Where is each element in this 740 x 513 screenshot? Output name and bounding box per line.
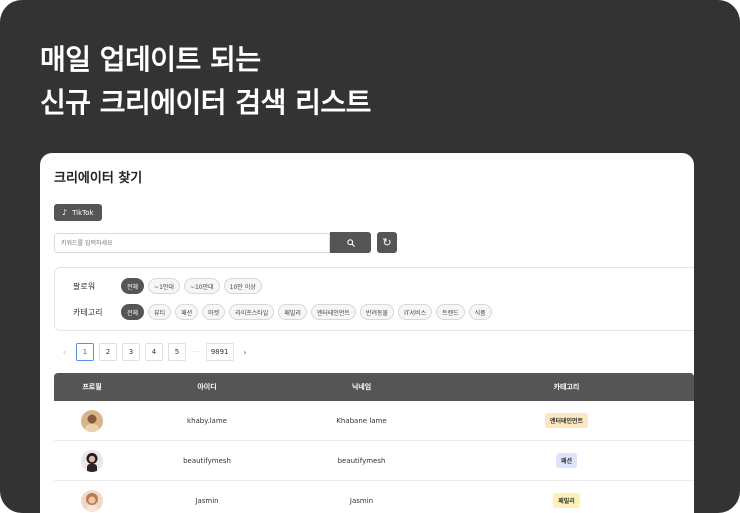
category-badge: 패션 bbox=[555, 453, 578, 468]
filter-box: 팔로워 전체 ~1만대 ~10만대 10만 이상 카테고리 전체 뷰티 패션 마켓 라이프스타… bbox=[54, 267, 694, 331]
profile-cell bbox=[54, 449, 130, 472]
filter-chip-followers[interactable]: ~1만대 bbox=[148, 278, 180, 294]
filter-chip-category[interactable]: 패밀리 bbox=[278, 304, 307, 320]
page-button[interactable]: 2 bbox=[99, 343, 117, 361]
filter-chip-category[interactable]: 마켓 bbox=[202, 304, 226, 320]
search-icon bbox=[346, 238, 355, 247]
filter-chip-category[interactable]: 식품 bbox=[468, 304, 492, 320]
filter-chip-category[interactable]: 뷰티 bbox=[148, 304, 172, 320]
platform-tag-tiktok[interactable]: ♪ TikTok bbox=[54, 204, 102, 221]
filter-chip-followers[interactable]: 전체 bbox=[121, 278, 145, 294]
headline-line-2: 신규 크리에이터 검색 리스트 bbox=[40, 86, 371, 119]
avatar[interactable] bbox=[81, 449, 103, 472]
next-page-icon[interactable]: › bbox=[239, 348, 252, 357]
avatar[interactable] bbox=[81, 409, 103, 432]
category-cell: 패밀리 bbox=[439, 493, 694, 508]
creator-search-panel: 크리에이터 찾기 ♪ TikTok ↻ 팔로워 전체~1만대~10만대10만 이… bbox=[40, 153, 694, 513]
id-cell: khaby.lame bbox=[187, 416, 227, 425]
filter-chip-followers[interactable]: 10만 이상 bbox=[223, 278, 262, 294]
search-input[interactable] bbox=[54, 233, 330, 253]
nickname-cell: Khabane lame bbox=[336, 416, 387, 425]
platform-tag-label: TikTok bbox=[72, 208, 94, 217]
search-button[interactable] bbox=[330, 232, 371, 253]
filter-label-category: 카테고리 bbox=[73, 307, 103, 317]
column-header: 아이디 bbox=[197, 383, 217, 391]
table-row[interactable]: Jasmin Jasmin 패밀리 bbox=[54, 481, 694, 513]
page-button[interactable]: 4 bbox=[145, 343, 163, 361]
refresh-icon: ↻ bbox=[382, 236, 392, 249]
follower-chips: 전체 ~1만대 ~10만대 10만 이상 bbox=[121, 278, 262, 294]
filter-row-followers: 팔로워 전체 ~1만대 ~10만대 10만 이상 bbox=[73, 278, 262, 294]
column-header: 닉네임 bbox=[351, 383, 372, 391]
table-header: 프로필 아이디 닉네임 카테고리 bbox=[54, 373, 694, 401]
filter-chip-category[interactable]: 전체 bbox=[121, 304, 145, 320]
nickname-cell: Jasmin bbox=[349, 496, 374, 505]
category-badge: 엔터테인먼트 bbox=[544, 413, 589, 428]
pagination: ‹ 1 2 3 4 5 ··· 9891 › bbox=[58, 343, 252, 361]
table-row[interactable]: beautifymesh beautifymesh 패션 bbox=[54, 441, 694, 481]
panel-title: 크리에이터 찾기 bbox=[54, 171, 143, 186]
category-badge: 패밀리 bbox=[553, 493, 580, 508]
headline: 매일 업데이트 되는 신규 크리에이터 검색 리스트 bbox=[40, 38, 371, 124]
prev-page-icon[interactable]: ‹ bbox=[58, 348, 71, 357]
filter-label-followers: 팔로워 bbox=[73, 281, 96, 291]
promo-frame: 매일 업데이트 되는 신규 크리에이터 검색 리스트 크리에이터 찾기 ♪ Ti… bbox=[0, 0, 740, 513]
creator-table: 프로필 아이디 닉네임 카테고리 khaby.lame Khabane lame 엔터테인… bbox=[54, 373, 694, 513]
filter-chip-category[interactable]: 패션 bbox=[175, 304, 199, 320]
filter-chip-followers[interactable]: ~10만대 bbox=[183, 278, 220, 294]
filter-chip-category[interactable]: 엔터테인먼트 bbox=[310, 304, 356, 320]
profile-cell bbox=[54, 489, 130, 512]
filter-chip-category[interactable]: IT서비스 bbox=[398, 304, 433, 320]
filter-chip-category[interactable]: 반려동물 bbox=[360, 304, 395, 320]
column-header: 프로필 bbox=[82, 383, 102, 391]
nickname-cell: beautifymesh bbox=[337, 456, 386, 465]
headline-line-1: 매일 업데이트 되는 bbox=[40, 43, 261, 76]
page-button[interactable]: 1 bbox=[76, 343, 94, 361]
table-body: khaby.lame Khabane lame 엔터테인먼트 beautifymesh… bbox=[54, 401, 694, 513]
filter-chip-category[interactable]: 라이프스타일 bbox=[229, 304, 275, 320]
category-chips: 전체 뷰티 패션 마켓 라이프스타일 패밀리 엔터테인먼트 반려동물 IT서비스 트렌드 식품 bbox=[121, 304, 492, 320]
tiktok-icon: ♪ bbox=[62, 207, 68, 217]
avatar[interactable] bbox=[81, 489, 103, 512]
page-ellipsis: ··· bbox=[191, 348, 201, 356]
table-row[interactable]: khaby.lame Khabane lame 엔터테인먼트 bbox=[54, 401, 694, 441]
id-cell: Jasmin bbox=[195, 496, 219, 505]
category-cell: 엔터테인먼트 bbox=[439, 413, 694, 428]
refresh-button[interactable]: ↻ bbox=[377, 232, 397, 253]
page-button-last[interactable]: 9891 bbox=[205, 343, 234, 361]
column-header: 카테고리 bbox=[553, 383, 580, 391]
filter-row-category: 카테고리 전체 뷰티 패션 마켓 라이프스타일 패밀리 엔터테인먼트 반려동물 IT서비스 트렌드… bbox=[73, 304, 492, 320]
filter-chip-category[interactable]: 트렌드 bbox=[436, 304, 465, 320]
category-cell: 패션 bbox=[439, 453, 694, 468]
page-button[interactable]: 3 bbox=[122, 343, 140, 361]
page-button[interactable]: 5 bbox=[168, 343, 186, 361]
profile-cell bbox=[54, 409, 130, 432]
id-cell: beautifymesh bbox=[183, 456, 231, 465]
